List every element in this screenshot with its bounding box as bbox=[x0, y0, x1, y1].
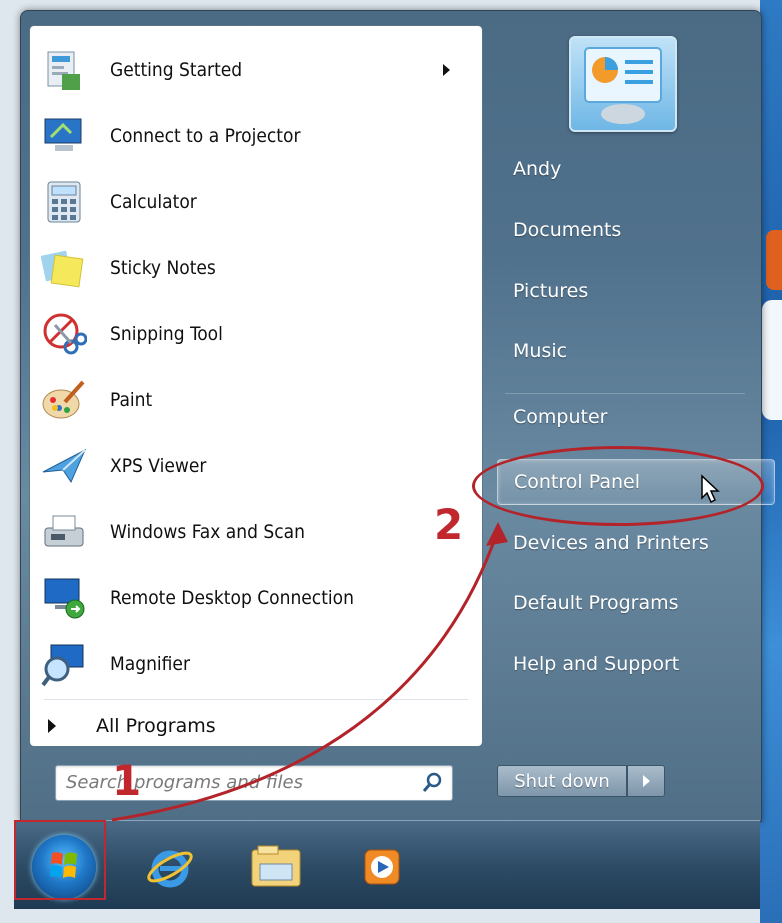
search-input[interactable] bbox=[56, 766, 406, 798]
program-label: Connect to a Projector bbox=[110, 125, 301, 147]
separator bbox=[505, 393, 745, 394]
paint-icon bbox=[40, 376, 88, 424]
remote-desktop-icon bbox=[40, 574, 88, 622]
xps-viewer-icon bbox=[40, 442, 88, 490]
right-item-devices-printers[interactable]: Devices and Printers bbox=[497, 521, 773, 565]
program-label: Remote Desktop Connection bbox=[110, 587, 354, 609]
program-label: Windows Fax and Scan bbox=[110, 521, 305, 543]
program-remote-desktop[interactable]: Remote Desktop Connection bbox=[34, 568, 474, 628]
program-connect-projector[interactable]: Connect to a Projector bbox=[34, 106, 474, 166]
fax-scan-icon bbox=[40, 508, 88, 556]
program-paint[interactable]: Paint bbox=[34, 370, 474, 430]
mouse-cursor-icon bbox=[700, 474, 722, 508]
program-xps-viewer[interactable]: XPS Viewer bbox=[34, 436, 474, 496]
search-icon[interactable] bbox=[420, 771, 444, 795]
taskbar bbox=[14, 820, 760, 909]
program-label: Sticky Notes bbox=[110, 257, 216, 279]
shutdown-options-button[interactable] bbox=[627, 765, 665, 797]
user-picture[interactable] bbox=[569, 36, 677, 132]
magnifier-icon bbox=[40, 640, 88, 688]
annotation-step-1: 1 bbox=[112, 756, 142, 805]
program-getting-started[interactable]: Getting Started bbox=[34, 40, 474, 100]
program-calculator[interactable]: Calculator bbox=[34, 172, 474, 232]
program-snipping-tool[interactable]: Snipping Tool bbox=[34, 304, 474, 364]
all-programs-label: All Programs bbox=[96, 715, 216, 737]
folder-icon bbox=[251, 845, 301, 887]
projector-icon bbox=[40, 112, 88, 160]
annotation-step-2: 2 bbox=[434, 500, 464, 549]
start-menu: Getting Started Connect to a Projector C… bbox=[20, 10, 775, 822]
triangle-right-icon bbox=[48, 719, 56, 733]
triangle-right-icon bbox=[642, 775, 650, 787]
media-player-icon bbox=[364, 849, 400, 885]
right-item-help-support[interactable]: Help and Support bbox=[497, 642, 773, 686]
right-item-default-programs[interactable]: Default Programs bbox=[497, 581, 773, 625]
media-player-button[interactable] bbox=[350, 835, 414, 899]
all-programs-button[interactable]: All Programs bbox=[44, 711, 216, 741]
shutdown-button[interactable]: Shut down bbox=[497, 765, 627, 797]
internet-explorer-button[interactable] bbox=[138, 835, 202, 899]
program-label: Magnifier bbox=[110, 653, 190, 675]
program-fax-scan[interactable]: Windows Fax and Scan bbox=[34, 502, 474, 562]
submenu-arrow-icon[interactable] bbox=[443, 64, 450, 76]
internet-explorer-icon bbox=[147, 850, 193, 888]
program-label: Getting Started bbox=[110, 59, 243, 81]
program-sticky-notes[interactable]: Sticky Notes bbox=[34, 238, 474, 298]
programs-pane: Getting Started Connect to a Projector C… bbox=[29, 25, 483, 747]
right-item-documents[interactable]: Documents bbox=[497, 208, 773, 252]
right-item-pictures[interactable]: Pictures bbox=[497, 269, 773, 313]
calculator-icon bbox=[40, 178, 88, 226]
program-label: Paint bbox=[110, 389, 153, 411]
getting-started-icon bbox=[40, 46, 88, 94]
program-label: Calculator bbox=[110, 191, 197, 213]
right-item-user[interactable]: Andy bbox=[497, 147, 773, 191]
sticky-notes-icon bbox=[40, 244, 88, 292]
file-explorer-button[interactable] bbox=[244, 835, 308, 899]
program-label: Snipping Tool bbox=[110, 323, 223, 345]
program-label: XPS Viewer bbox=[110, 455, 207, 477]
right-item-computer[interactable]: Computer bbox=[497, 395, 773, 439]
snipping-tool-icon bbox=[40, 310, 88, 358]
separator bbox=[44, 699, 468, 700]
program-magnifier[interactable]: Magnifier bbox=[34, 634, 474, 694]
annotation-box-start bbox=[14, 820, 106, 900]
right-item-music[interactable]: Music bbox=[497, 329, 773, 373]
